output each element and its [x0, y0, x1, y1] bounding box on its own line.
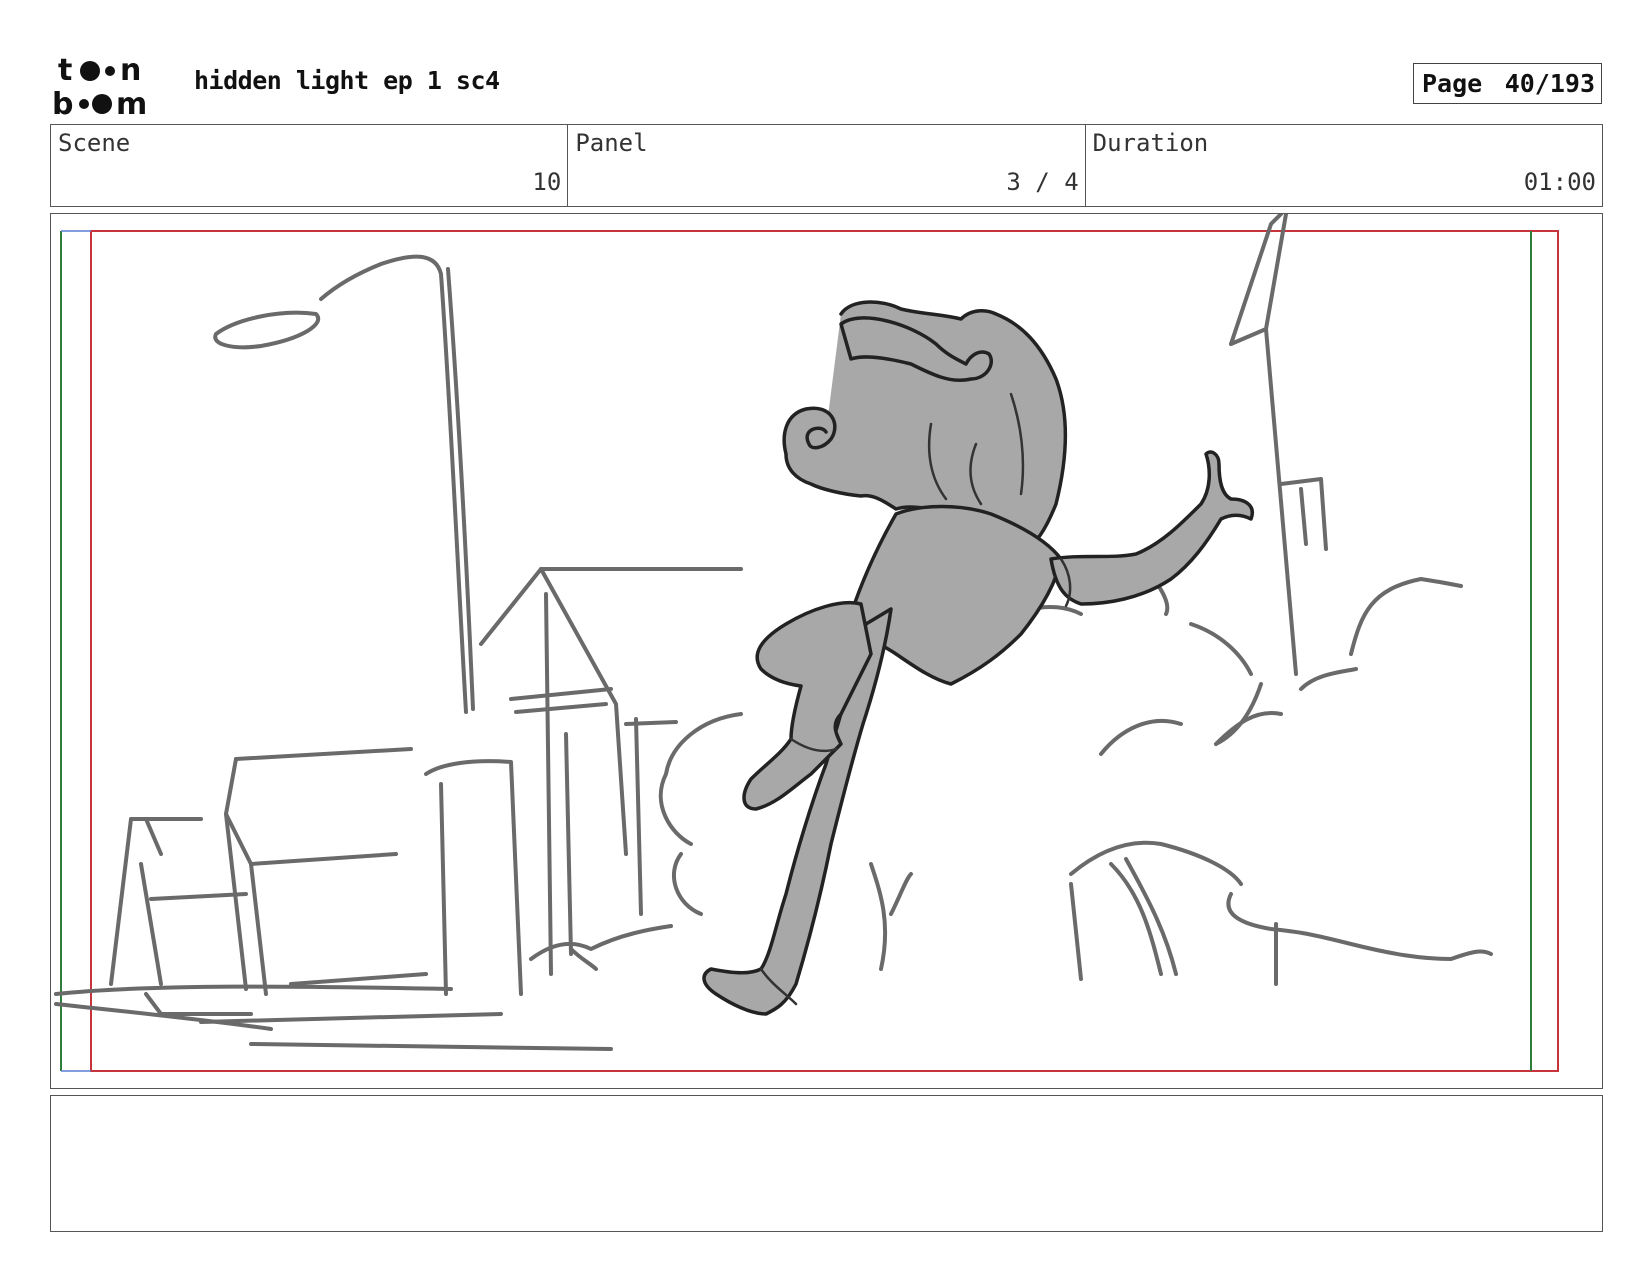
panel-sketch [54, 214, 1559, 1072]
toon-boom-logo: t n b m [52, 53, 147, 118]
svg-text:b: b [52, 87, 73, 118]
page-counter: Page 40/193 [1413, 63, 1602, 104]
panel-label: Panel [575, 129, 648, 157]
panel-info-row: Scene 10 Panel 3 / 4 Duration 01:00 [50, 124, 1603, 207]
storyboard-panel [50, 213, 1603, 1089]
scene-label: Scene [58, 129, 131, 157]
panel-cell: Panel 3 / 4 [568, 125, 1086, 206]
duration-label: Duration [1092, 129, 1209, 157]
panel-value: 3 / 4 [1006, 168, 1079, 196]
svg-text:n: n [120, 53, 141, 88]
character-running [702, 300, 1254, 1016]
scene-value: 10 [532, 168, 562, 196]
duration-cell: Duration 01:00 [1086, 125, 1602, 206]
svg-text:m: m [116, 87, 147, 118]
page-label: Page [1422, 69, 1483, 98]
panel-notes-box [50, 1095, 1603, 1232]
page-value: 40/193 [1504, 69, 1595, 98]
storyboard-title: hidden light ep 1 sc4 [194, 66, 500, 95]
duration-value: 01:00 [1523, 168, 1596, 196]
scene-cell: Scene 10 [51, 125, 569, 206]
svg-text:t: t [58, 53, 72, 88]
